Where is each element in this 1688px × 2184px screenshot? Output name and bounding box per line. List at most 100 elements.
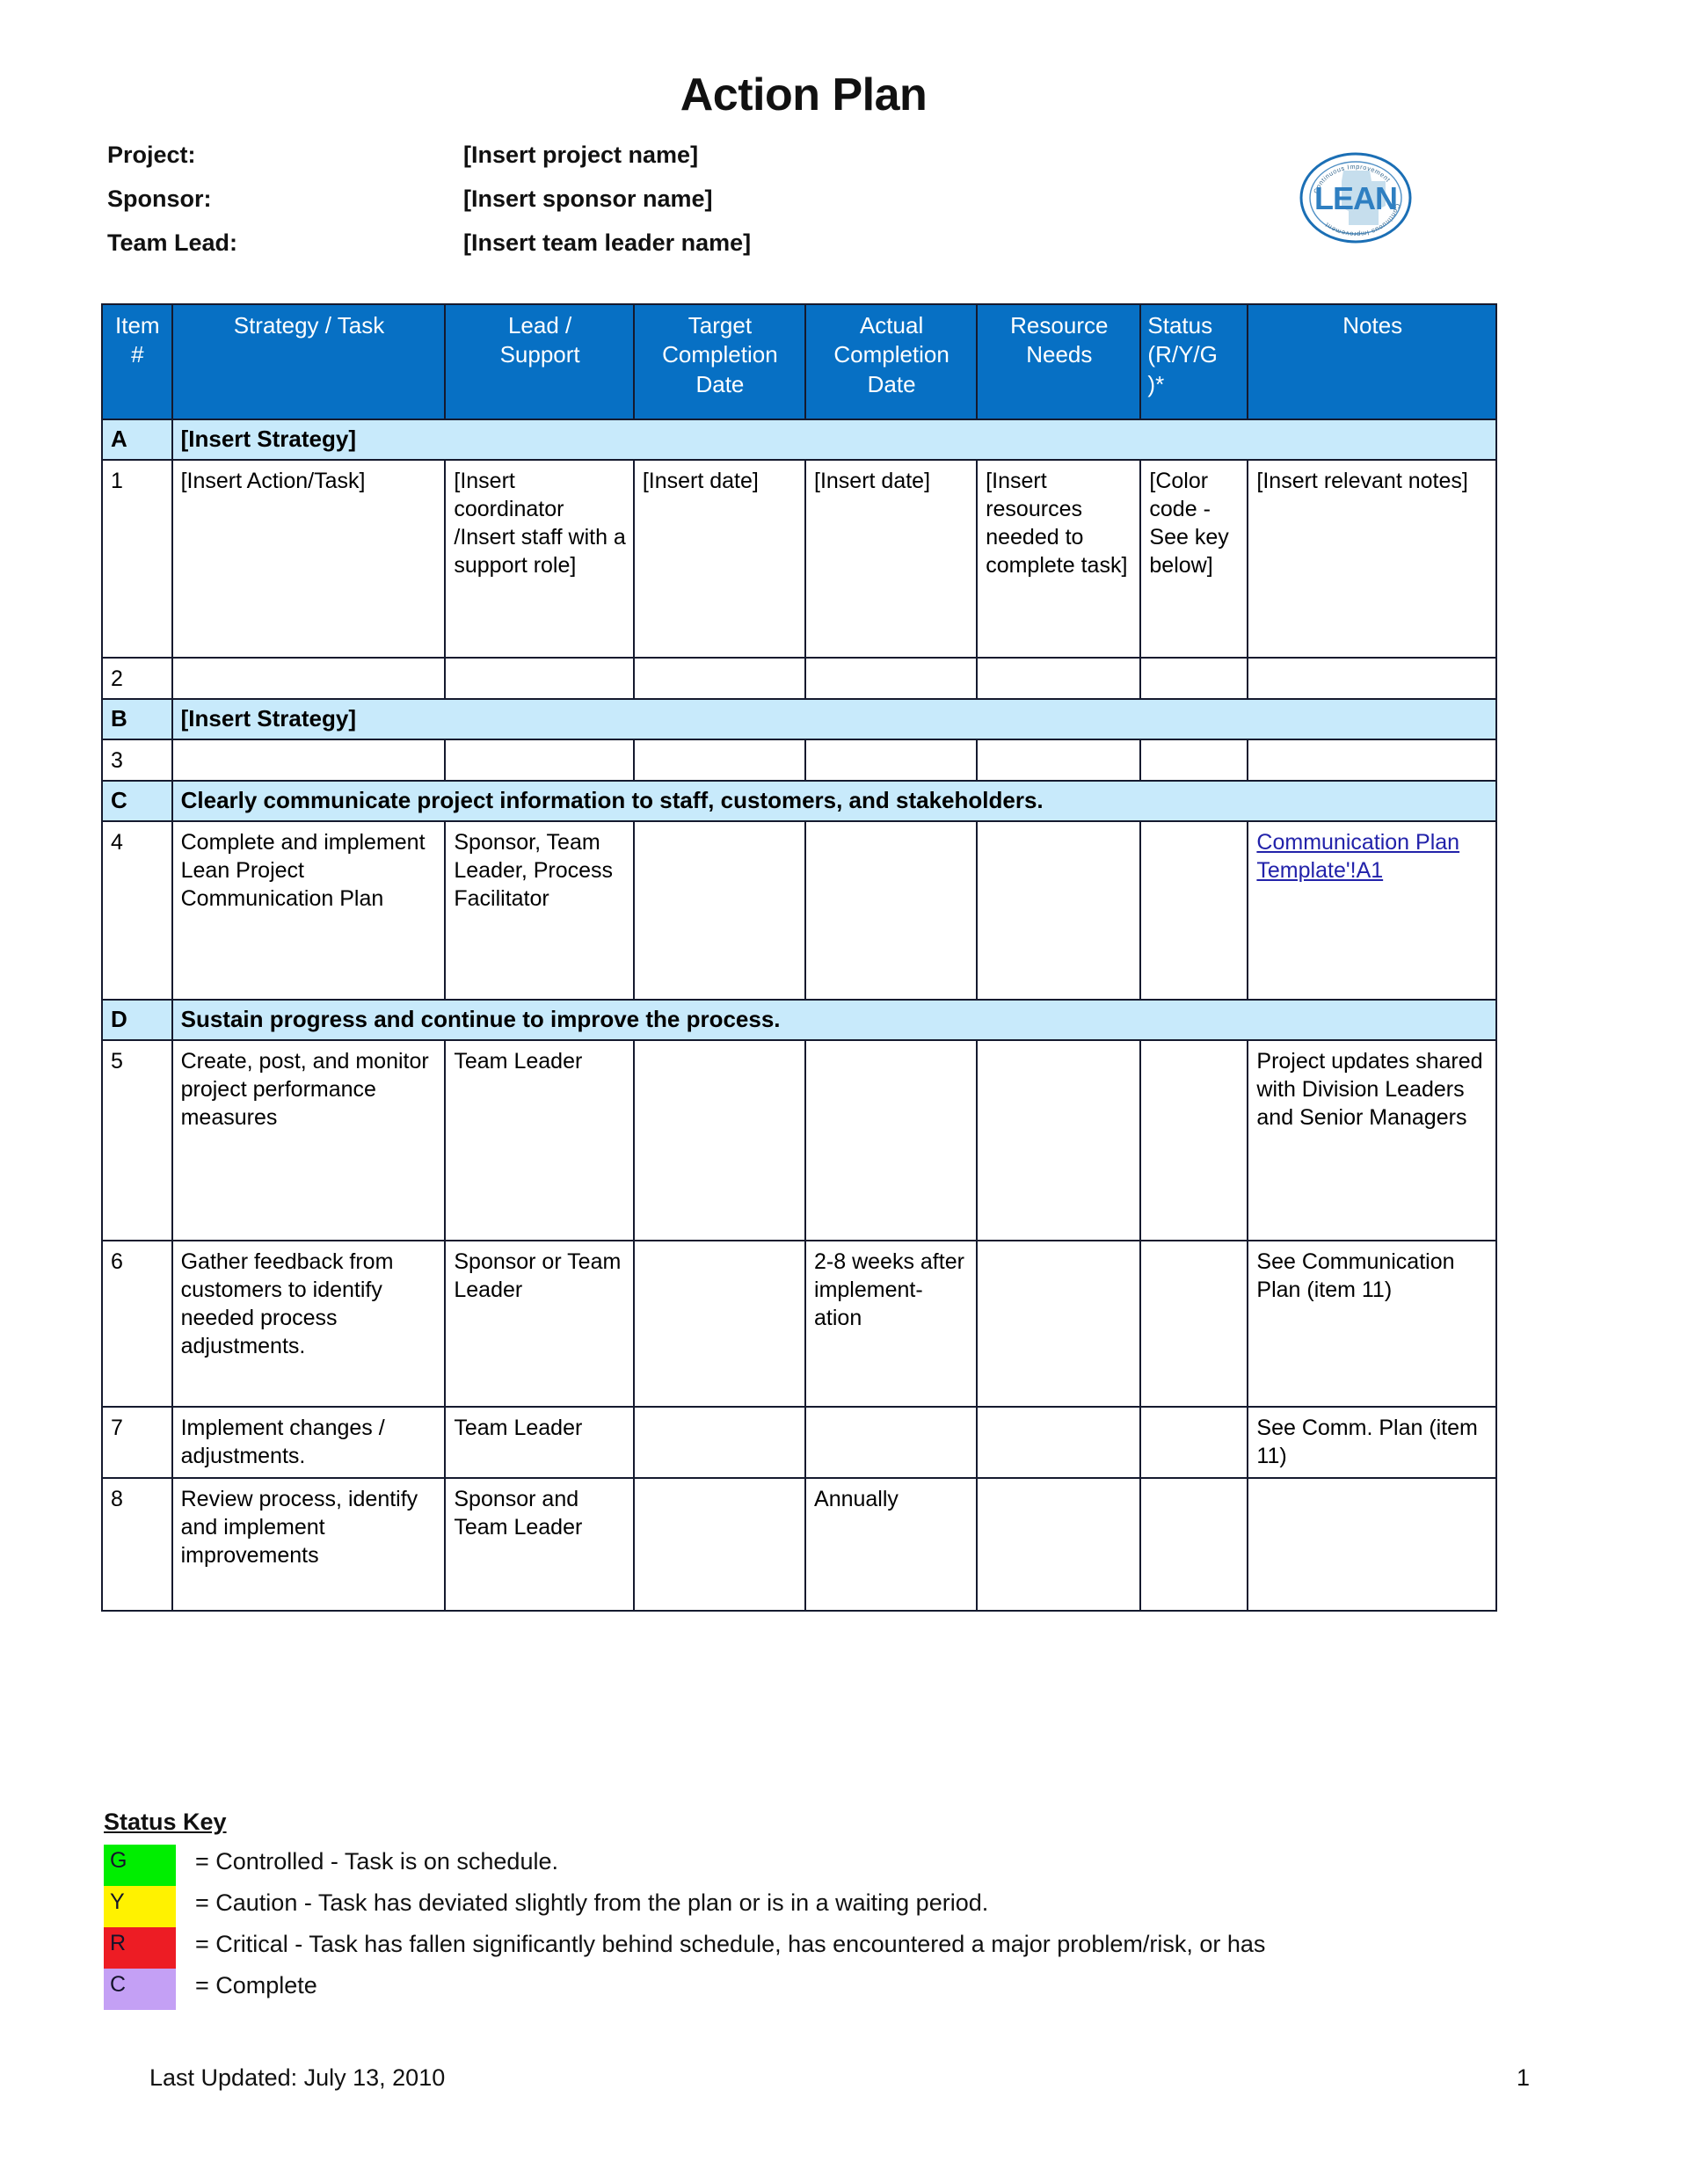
communication-plan-link[interactable]: Communication Plan Template'!A1 xyxy=(1256,830,1459,883)
meta-row-project: Project: [Insert project name] xyxy=(107,143,1074,187)
cell-lead-support[interactable]: Team Leader xyxy=(444,1406,635,1479)
strategy-text: [Insert Strategy] xyxy=(171,698,1498,740)
strategy-text: Clearly communicate project information … xyxy=(171,780,1498,822)
cell-lead-support[interactable] xyxy=(444,657,635,700)
cell-strategy-task[interactable] xyxy=(171,657,447,700)
col-header-actual-completion-date: Actual Completion Date xyxy=(804,303,979,420)
cell-resource-needs[interactable] xyxy=(976,1039,1142,1241)
cell-actual-date[interactable]: [Insert date] xyxy=(804,459,979,659)
strategy-letter: A xyxy=(101,419,173,461)
cell-status[interactable] xyxy=(1139,1240,1249,1408)
cell-lead-support[interactable] xyxy=(444,739,635,782)
cell-actual-date[interactable] xyxy=(804,739,979,782)
cell-resource-needs[interactable]: [Insert resources needed to complete tas… xyxy=(976,459,1142,659)
cell-target-date[interactable] xyxy=(632,820,807,1001)
cell-status[interactable] xyxy=(1139,1406,1249,1479)
cell-notes[interactable] xyxy=(1247,657,1497,700)
strategy-letter: D xyxy=(101,999,173,1041)
table-row: 1 [Insert Action/Task] [Insert coordinat… xyxy=(101,459,1497,659)
cell-notes[interactable]: [Insert relevant notes] xyxy=(1247,459,1497,659)
cell-notes[interactable] xyxy=(1247,1477,1497,1612)
cell-target-date[interactable]: [Insert date] xyxy=(632,459,807,659)
col-header-lead-support: Lead / Support xyxy=(444,303,635,420)
col-header-item: Item # xyxy=(101,303,173,420)
cell-target-date[interactable] xyxy=(632,1240,807,1408)
cell-status[interactable] xyxy=(1139,739,1249,782)
cell-resource-needs[interactable] xyxy=(976,1406,1142,1479)
strategy-row-d: D Sustain progress and continue to impro… xyxy=(101,999,1498,1041)
strategy-text: [Insert Strategy] xyxy=(171,419,1498,461)
cell-strategy-task[interactable]: Implement changes / adjustments. xyxy=(171,1406,447,1479)
cell-item-number: 4 xyxy=(101,820,173,1001)
cell-status[interactable] xyxy=(1139,1477,1249,1612)
cell-strategy-task[interactable] xyxy=(171,739,447,782)
status-key-row-r: R = Critical - Task has fallen significa… xyxy=(104,1927,1598,1969)
cell-status[interactable] xyxy=(1139,1039,1249,1241)
col-header-target-completion-date: Target Completion Date xyxy=(632,303,807,420)
cell-strategy-task[interactable]: Complete and implement Lean Project Comm… xyxy=(171,820,447,1001)
col-header-resource-needs: Resource Needs xyxy=(976,303,1142,420)
cell-target-date[interactable] xyxy=(632,1406,807,1479)
table-row: 2 xyxy=(101,657,1497,700)
status-key-text-purple: = Complete xyxy=(195,1972,317,1998)
svg-text:LEAN: LEAN xyxy=(1314,180,1397,216)
cell-strategy-task[interactable]: [Insert Action/Task] xyxy=(171,459,447,659)
status-key-list: G = Controlled - Task is on schedule. Y … xyxy=(104,1845,1598,2010)
cell-resource-needs[interactable] xyxy=(976,1477,1142,1612)
document-page: Action Plan Project: [Insert project nam… xyxy=(0,0,1688,2184)
cell-item-number: 2 xyxy=(101,657,173,700)
cell-status[interactable] xyxy=(1139,820,1249,1001)
col-header-notes: Notes xyxy=(1247,303,1497,420)
page-title-text: Action Plan xyxy=(680,69,928,120)
cell-status[interactable]: [Color code - See key below] xyxy=(1139,459,1249,659)
cell-item-number: 5 xyxy=(101,1039,173,1241)
cell-target-date[interactable] xyxy=(632,1039,807,1241)
status-key-row-g: G = Controlled - Task is on schedule. xyxy=(104,1845,1598,1886)
col-header-strategy-task: Strategy / Task xyxy=(171,303,447,420)
page-title: Action Plan xyxy=(0,69,1688,121)
status-key-text-green: = Controlled - Task is on schedule. xyxy=(195,1848,558,1875)
status-key-row-c: C = Complete xyxy=(104,1969,1598,2010)
cell-lead-support[interactable]: Sponsor and Team Leader xyxy=(444,1477,635,1612)
cell-notes[interactable] xyxy=(1247,739,1497,782)
cell-target-date[interactable] xyxy=(632,657,807,700)
cell-actual-date[interactable] xyxy=(804,1406,979,1479)
footer-last-updated: Last Updated: July 13, 2010 xyxy=(149,2064,446,2091)
meta-value-sponsor: [Insert sponsor name] xyxy=(463,186,713,212)
table-row: 6 Gather feedback from customers to iden… xyxy=(101,1240,1497,1408)
cell-status[interactable] xyxy=(1139,657,1249,700)
cell-notes[interactable]: Communication Plan Template'!A1 xyxy=(1247,820,1497,1001)
cell-notes[interactable]: See Comm. Plan (item 11) xyxy=(1247,1406,1497,1479)
cell-item-number: 7 xyxy=(101,1406,173,1479)
cell-actual-date[interactable]: 2-8 weeks after implement-ation xyxy=(804,1240,979,1408)
table-row: 4 Complete and implement Lean Project Co… xyxy=(101,820,1497,1001)
cell-strategy-task[interactable]: Review process, identify and implement i… xyxy=(171,1477,447,1612)
lean-logo: Continuous Improvement Continuous Improv… xyxy=(1285,148,1426,249)
cell-strategy-task[interactable]: Gather feedback from customers to identi… xyxy=(171,1240,447,1408)
cell-strategy-task[interactable]: Create, post, and monitor project perfor… xyxy=(171,1039,447,1241)
cell-notes[interactable]: Project updates shared with Division Lea… xyxy=(1247,1039,1497,1241)
strategy-letter: C xyxy=(101,780,173,822)
cell-actual-date[interactable] xyxy=(804,1039,979,1241)
cell-lead-support[interactable]: Sponsor, Team Leader, Process Facilitato… xyxy=(444,820,635,1001)
cell-resource-needs[interactable] xyxy=(976,1240,1142,1408)
cell-resource-needs[interactable] xyxy=(976,820,1142,1001)
cell-notes[interactable]: See Communication Plan (item 11) xyxy=(1247,1240,1497,1408)
status-key-row-y: Y = Caution - Task has deviated slightly… xyxy=(104,1886,1598,1927)
meta-value-project: [Insert project name] xyxy=(463,142,699,168)
strategy-row-b: B [Insert Strategy] xyxy=(101,698,1498,740)
cell-actual-date[interactable]: Annually xyxy=(804,1477,979,1612)
cell-resource-needs[interactable] xyxy=(976,739,1142,782)
cell-item-number: 8 xyxy=(101,1477,173,1612)
table-row: 3 xyxy=(101,739,1497,782)
cell-lead-support[interactable]: Sponsor or Team Leader xyxy=(444,1240,635,1408)
cell-target-date[interactable] xyxy=(632,1477,807,1612)
cell-target-date[interactable] xyxy=(632,739,807,782)
strategy-text: Sustain progress and continue to improve… xyxy=(171,999,1498,1041)
cell-actual-date[interactable] xyxy=(804,820,979,1001)
cell-actual-date[interactable] xyxy=(804,657,979,700)
cell-lead-support[interactable]: Team Leader xyxy=(444,1039,635,1241)
cell-resource-needs[interactable] xyxy=(976,657,1142,700)
cell-lead-support[interactable]: [Insert coordinator /Insert staff with a… xyxy=(444,459,635,659)
meta-value-team-lead: [Insert team leader name] xyxy=(463,229,752,256)
